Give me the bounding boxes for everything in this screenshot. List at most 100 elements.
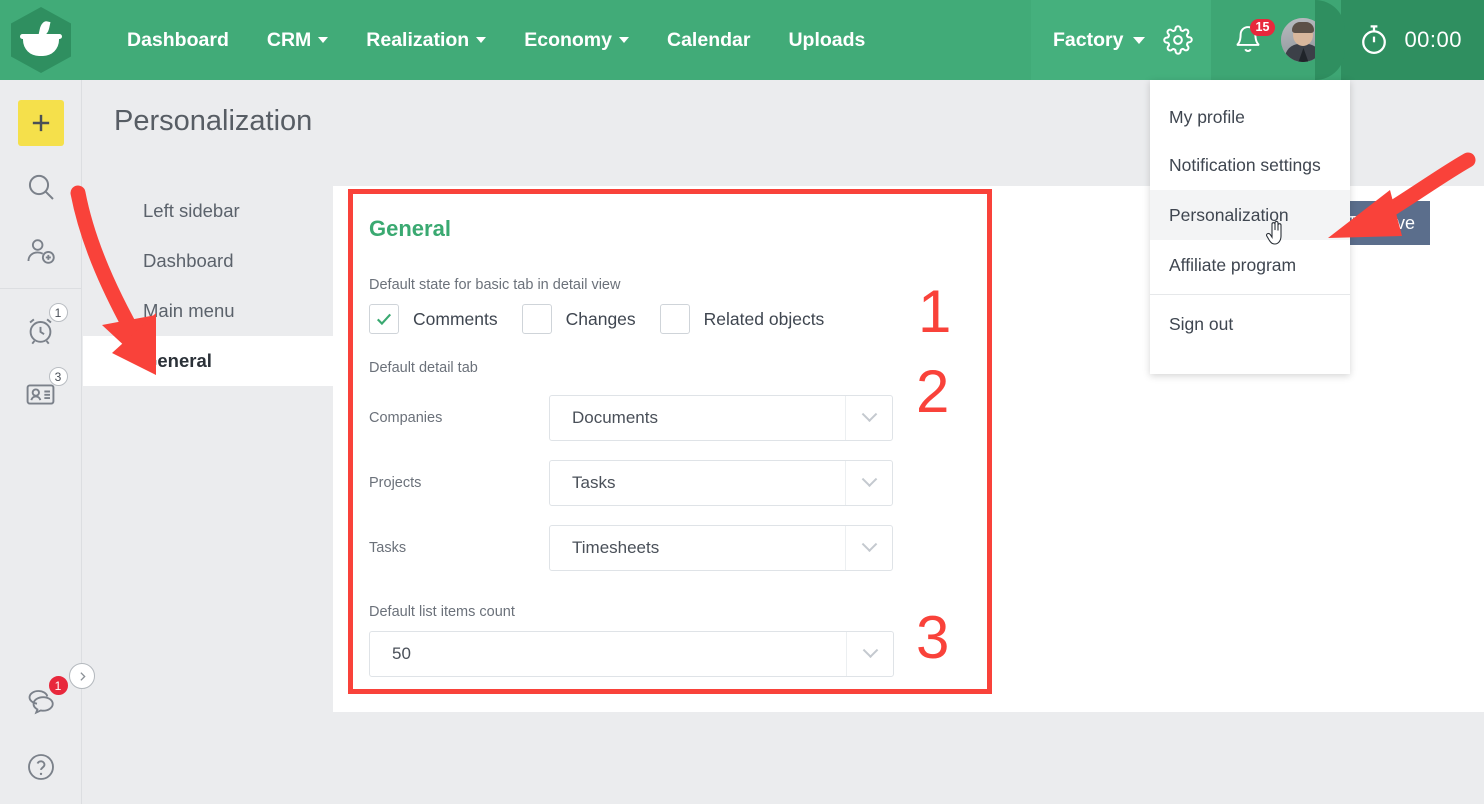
chevron-down-icon[interactable] bbox=[846, 632, 893, 676]
search-button[interactable] bbox=[18, 164, 64, 210]
list-count-label: Default list items count bbox=[369, 604, 515, 620]
chevron-right-icon bbox=[79, 671, 86, 681]
nav-item-uploads[interactable]: Uploads bbox=[769, 0, 884, 80]
sidebar-item-label: Dashboard bbox=[143, 250, 234, 271]
sidebar-item-label: Main menu bbox=[143, 300, 235, 321]
select-row-projects: Projects Tasks bbox=[369, 460, 987, 506]
list-count-group: Default list items count 50 bbox=[369, 604, 987, 677]
annotation-number-2: 2 bbox=[916, 358, 950, 425]
menu-item-notification-settings[interactable]: Notification settings bbox=[1150, 140, 1350, 190]
user-dropdown-menu: My profile Notification settings Persona… bbox=[1150, 80, 1350, 374]
notifications-button[interactable]: 15 bbox=[1233, 19, 1276, 56]
chat-button[interactable]: 1 bbox=[18, 676, 68, 726]
app-logo[interactable] bbox=[0, 0, 82, 80]
sidebar-item-left-sidebar[interactable]: Left sidebar bbox=[83, 186, 333, 236]
check-icon bbox=[376, 313, 392, 326]
gear-icon[interactable] bbox=[1163, 25, 1194, 55]
logo-bowl-shape bbox=[20, 34, 62, 56]
stopwatch-icon bbox=[1362, 25, 1387, 55]
main-nav: Dashboard CRM Realization Economy Calend… bbox=[108, 0, 884, 80]
add-contact-button[interactable] bbox=[18, 228, 64, 274]
nav-label: Uploads bbox=[788, 28, 866, 51]
form-body: General Default state for basic tab in d… bbox=[353, 194, 987, 677]
save-button-label: Save bbox=[1373, 212, 1416, 233]
nav-label: Economy bbox=[524, 28, 612, 51]
expand-sidebar-button[interactable] bbox=[69, 663, 95, 689]
nav-item-dashboard[interactable]: Dashboard bbox=[108, 0, 248, 80]
help-button[interactable] bbox=[18, 744, 64, 790]
topbar-right-cluster: Factory 15 00:00 bbox=[1030, 0, 1484, 80]
select-row-companies: Companies Documents bbox=[369, 395, 987, 441]
general-settings-card: General Default state for basic tab in d… bbox=[348, 189, 992, 694]
search-icon bbox=[28, 174, 54, 200]
user-plus-icon bbox=[27, 239, 55, 264]
checkbox-group-label: Default state for basic tab in detail vi… bbox=[369, 277, 621, 293]
chevron-down-icon[interactable] bbox=[845, 526, 892, 570]
add-button[interactable] bbox=[17, 100, 64, 146]
nav-label: CRM bbox=[266, 28, 312, 51]
notification-count-badge: 15 bbox=[1249, 19, 1276, 37]
timer-value: 00:00 bbox=[1404, 27, 1462, 52]
select-label-tasks: Tasks bbox=[369, 540, 407, 556]
checkbox-box[interactable] bbox=[369, 304, 399, 334]
avatar-hair bbox=[1292, 22, 1315, 33]
rail-section-bottom: 1 bbox=[18, 662, 68, 804]
annotation-number-3: 3 bbox=[916, 604, 950, 671]
select-tasks[interactable]: Timesheets bbox=[549, 525, 893, 571]
menu-item-label: Notification settings bbox=[1169, 154, 1321, 175]
chevron-down-icon bbox=[619, 37, 629, 43]
menu-item-personalization[interactable]: Personalization bbox=[1150, 190, 1350, 240]
checkbox-box[interactable] bbox=[659, 304, 690, 334]
menu-item-my-profile[interactable]: My profile bbox=[1150, 80, 1350, 140]
menu-item-sign-out[interactable]: Sign out bbox=[1150, 299, 1350, 349]
select-projects[interactable]: Tasks bbox=[549, 460, 893, 506]
nav-label: Dashboard bbox=[127, 28, 229, 51]
checkbox-label: Changes bbox=[565, 308, 636, 329]
page-title: Personalization bbox=[114, 105, 313, 137]
chat-badge: 1 bbox=[48, 676, 68, 695]
tenant-name-label: Factory bbox=[1052, 28, 1124, 51]
settings-nav: Left sidebar Dashboard Main menu General bbox=[83, 186, 333, 386]
sidebar-item-main-menu[interactable]: Main menu bbox=[83, 286, 333, 336]
chevron-down-icon[interactable] bbox=[845, 396, 892, 440]
select-label-projects: Projects bbox=[369, 475, 422, 491]
checkbox-group: Default state for basic tab in detail vi… bbox=[369, 277, 987, 334]
checkbox-comments[interactable]: Comments bbox=[369, 304, 498, 334]
sidebar-item-label: General bbox=[143, 350, 212, 371]
nav-item-economy[interactable]: Economy bbox=[505, 0, 648, 80]
chevron-down-icon bbox=[1133, 36, 1146, 44]
reminders-badge: 1 bbox=[48, 303, 68, 322]
select-value: Tasks bbox=[572, 473, 616, 492]
select-value: Documents bbox=[572, 408, 658, 427]
sidebar-item-label: Left sidebar bbox=[143, 200, 240, 221]
nav-item-realization[interactable]: Realization bbox=[347, 0, 505, 80]
nav-item-crm[interactable]: CRM bbox=[248, 0, 347, 80]
checkbox-related-objects[interactable]: Related objects bbox=[659, 304, 825, 334]
checkbox-label: Comments bbox=[413, 308, 498, 329]
sidebar-item-dashboard[interactable]: Dashboard bbox=[83, 236, 333, 286]
menu-item-affiliate-program[interactable]: Affiliate program bbox=[1150, 240, 1350, 290]
top-navigation-bar: Dashboard CRM Realization Economy Calend… bbox=[0, 0, 1484, 80]
select-label-companies: Companies bbox=[369, 410, 443, 426]
time-tracker[interactable]: 00:00 bbox=[1315, 0, 1484, 80]
annotation-number-1: 1 bbox=[918, 278, 952, 345]
checkbox-label: Related objects bbox=[703, 308, 825, 329]
sidebar-item-general[interactable]: General bbox=[83, 336, 333, 386]
detail-tab-group: Default detail tab Companies Documents P… bbox=[369, 360, 987, 571]
menu-divider bbox=[1150, 294, 1350, 295]
menu-item-label: My profile bbox=[1169, 106, 1245, 127]
chevron-down-icon[interactable] bbox=[845, 461, 892, 505]
checkbox-box[interactable] bbox=[521, 304, 552, 334]
reminders-button[interactable]: 1 bbox=[18, 303, 68, 353]
tenant-selector[interactable]: Factory bbox=[1030, 0, 1212, 80]
question-mark-icon bbox=[27, 754, 54, 780]
contacts-button[interactable]: 3 bbox=[18, 367, 68, 417]
select-companies[interactable]: Documents bbox=[549, 395, 893, 441]
select-list-items-count[interactable]: 50 bbox=[369, 631, 894, 677]
rail-section-top bbox=[0, 80, 82, 274]
left-icon-rail: 1 3 1 bbox=[0, 80, 82, 804]
menu-item-label: Affiliate program bbox=[1169, 254, 1297, 275]
nav-item-calendar[interactable]: Calendar bbox=[648, 0, 769, 80]
mouse-cursor-hand-icon bbox=[1265, 221, 1282, 245]
checkbox-changes[interactable]: Changes bbox=[521, 304, 636, 334]
